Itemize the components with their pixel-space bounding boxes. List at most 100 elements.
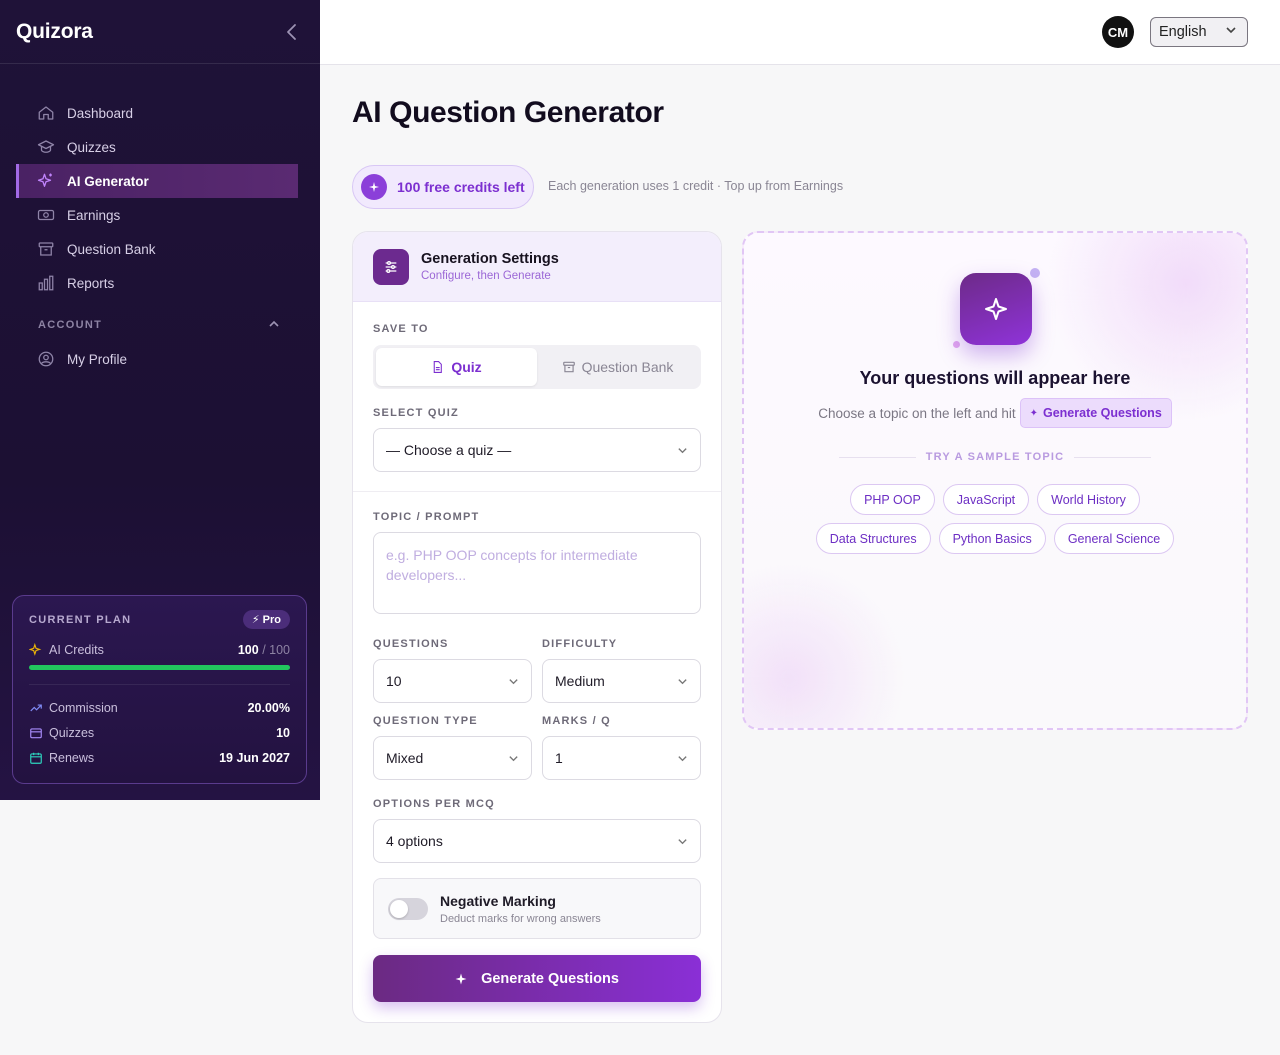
- calendar-icon: [29, 751, 43, 765]
- save-to-question-bank-button[interactable]: Question Bank: [537, 348, 698, 386]
- generate-questions-button[interactable]: Generate Questions: [373, 955, 701, 1002]
- sample-topic-chip[interactable]: Data Structures: [815, 523, 931, 554]
- sidebar-item-quizzes[interactable]: Quizzes: [16, 130, 298, 164]
- account-section-label: ACCOUNT: [38, 319, 103, 331]
- sample-topics-row-1: PHP OOP JavaScript World History: [744, 484, 1246, 515]
- credits-progress-fill: [29, 665, 290, 670]
- renews-label: Renews: [49, 751, 95, 765]
- sample-topic-chip[interactable]: JavaScript: [942, 484, 1030, 515]
- hint-chip-label: Generate Questions: [1042, 406, 1162, 420]
- trending-up-icon: [29, 701, 43, 715]
- settings-subtitle: Configure, then Generate: [421, 270, 551, 282]
- save-to-quiz-button[interactable]: Quiz: [376, 348, 537, 386]
- question-type-label: QUESTION TYPE: [373, 715, 478, 727]
- sparkle-icon: [960, 273, 1032, 345]
- options-per-mcq-value: 4 options: [386, 833, 443, 849]
- question-type-value: Mixed: [386, 750, 424, 766]
- topic-prompt-input[interactable]: e.g. PHP OOP concepts for intermediate d…: [373, 532, 701, 614]
- settings-header: Generation Settings Configure, then Gene…: [353, 232, 721, 302]
- quizzes-value: 10: [276, 726, 290, 740]
- toggle-knob: [390, 899, 408, 918]
- sample-topic-chip[interactable]: World History: [1037, 484, 1140, 515]
- home-icon: [37, 104, 55, 122]
- bar-chart-icon: [37, 274, 55, 292]
- sidebar: Quizora Dashboard Quizzes AI Generator E…: [0, 0, 320, 800]
- page-title: AI Question Generator: [352, 96, 664, 129]
- generation-settings-panel: Generation Settings Configure, then Gene…: [352, 231, 722, 1023]
- sidebar-item-question-bank[interactable]: Question Bank: [16, 232, 298, 266]
- plan-title: CURRENT PLAN: [29, 613, 132, 626]
- commission-value: 20.00%: [247, 701, 290, 715]
- options-per-mcq-select[interactable]: 4 options: [373, 819, 701, 863]
- sidebar-item-label: Question Bank: [67, 241, 156, 257]
- topbar: CM English: [320, 0, 1280, 65]
- chevron-down-icon: [1225, 24, 1237, 40]
- sparkle-icon: [455, 973, 467, 985]
- sample-topic-label: TRY A SAMPLE TOPIC: [925, 451, 1065, 463]
- questions-count-value: 10: [386, 673, 402, 689]
- sample-topic-chip[interactable]: General Science: [1053, 523, 1175, 554]
- archive-icon: [562, 360, 576, 374]
- question-type-select[interactable]: Mixed: [373, 736, 532, 780]
- negative-marking-toggle[interactable]: [388, 897, 428, 920]
- language-select[interactable]: English: [1150, 17, 1248, 47]
- archive-icon: [29, 726, 43, 740]
- credits-note: Each generation uses 1 credit · Top up f…: [548, 179, 844, 193]
- save-to-question-bank-label: Question Bank: [581, 359, 674, 375]
- empty-state-subtitle: Choose a topic on the left and hit ✦ Gene…: [744, 398, 1246, 428]
- sidebar-item-label: My Profile: [67, 351, 128, 367]
- marks-select[interactable]: 1: [542, 736, 701, 780]
- sparkles-icon: [29, 643, 43, 657]
- sample-topic-chip[interactable]: Python Basics: [938, 523, 1046, 554]
- commission-label: Commission: [49, 701, 118, 715]
- sample-topic-chip[interactable]: PHP OOP: [850, 484, 935, 515]
- results-empty-state: Your questions will appear here Choose a…: [742, 231, 1248, 730]
- select-quiz-dropdown[interactable]: — Choose a quiz —: [373, 428, 701, 472]
- credits-progress-bar: [29, 665, 290, 670]
- generate-questions-label: Generate Questions: [481, 970, 619, 987]
- ai-credits-total: / 100: [262, 643, 290, 657]
- banknote-icon: [37, 206, 55, 224]
- generate-questions-hint-chip: ✦ Generate Questions: [1019, 398, 1172, 428]
- negative-marking-card: Negative Marking Deduct marks for wrong …: [373, 878, 701, 939]
- marks-label: MARKS / Q: [542, 715, 611, 727]
- sidebar-item-reports[interactable]: Reports: [16, 266, 298, 300]
- save-to-toggle: Quiz Question Bank: [373, 345, 701, 389]
- select-quiz-label: SELECT QUIZ: [373, 407, 459, 419]
- topic-label: TOPIC / PROMPT: [373, 511, 480, 523]
- account-section-header[interactable]: ACCOUNT: [16, 314, 298, 336]
- save-to-label: SAVE TO: [373, 323, 429, 335]
- negative-marking-desc: Deduct marks for wrong answers: [440, 912, 601, 925]
- plan-badge: ⚡︎ Pro: [242, 610, 290, 629]
- sample-topics-row-2: Data Structures Python Basics General Sc…: [744, 523, 1246, 554]
- collapse-sidebar-button[interactable]: [280, 20, 304, 44]
- quizzes-label: Quizzes: [49, 726, 95, 740]
- user-circle-icon: [37, 350, 55, 368]
- chevron-down-icon: [677, 753, 688, 764]
- sidebar-item-dashboard[interactable]: Dashboard: [16, 96, 298, 130]
- brand-logo: Quizora: [16, 19, 93, 43]
- plan-badge-label: Pro: [262, 614, 281, 626]
- avatar[interactable]: CM: [1102, 16, 1134, 48]
- sidebar-item-label: Earnings: [67, 207, 121, 223]
- language-value: English: [1159, 24, 1207, 40]
- chevron-left-icon: [287, 23, 296, 40]
- questions-count-select[interactable]: 10: [373, 659, 532, 703]
- sidebar-item-earnings[interactable]: Earnings: [16, 198, 298, 232]
- sparkle-icon: [361, 174, 387, 200]
- sidebar-item-my-profile[interactable]: My Profile: [16, 342, 298, 376]
- questions-label: QUESTIONS: [373, 638, 449, 650]
- sidebar-item-label: Dashboard: [67, 105, 134, 121]
- sidebar-item-ai-generator[interactable]: AI Generator: [16, 164, 298, 198]
- settings-title: Generation Settings: [421, 251, 559, 267]
- chevron-down-icon: [677, 445, 688, 456]
- sliders-icon: [373, 248, 409, 285]
- negative-marking-title: Negative Marking: [440, 892, 556, 909]
- select-quiz-value: — Choose a quiz —: [386, 442, 512, 458]
- chevron-down-icon: [508, 676, 519, 687]
- difficulty-select[interactable]: Medium: [542, 659, 701, 703]
- current-plan-card: CURRENT PLAN ⚡︎ Pro AI Credits 100 / 100…: [12, 595, 307, 784]
- sidebar-item-label: AI Generator: [67, 173, 149, 189]
- empty-state-title: Your questions will appear here: [859, 368, 1131, 388]
- marks-value: 1: [555, 750, 563, 766]
